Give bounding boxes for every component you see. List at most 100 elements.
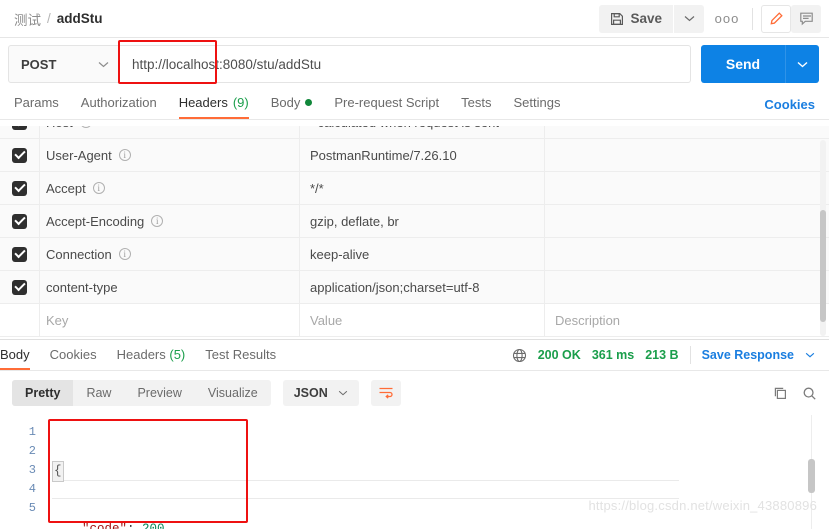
word-wrap-button[interactable] — [370, 380, 401, 406]
checkbox-icon[interactable] — [12, 246, 27, 262]
info-icon[interactable]: i — [118, 248, 131, 260]
table-row[interactable]: User-Agent i PostmanRuntime/7.26.10 — [0, 139, 829, 172]
send-button[interactable]: Send — [701, 45, 785, 83]
new-header-description-cell[interactable]: Description — [545, 304, 829, 336]
table-row[interactable]: content-type application/json;charset=ut… — [0, 271, 829, 304]
line-number-gutter: 1 2 3 4 5 — [0, 423, 36, 518]
save-response-button[interactable]: Save Response — [702, 348, 794, 362]
tab-authorization[interactable]: Authorization — [81, 95, 157, 119]
comments-button[interactable] — [791, 4, 821, 33]
view-raw-button[interactable]: Raw — [73, 380, 124, 406]
request-url-wrapper — [118, 40, 691, 84]
checkbox-icon[interactable] — [12, 126, 27, 130]
new-header-row[interactable]: Key Value Description — [0, 304, 829, 337]
json-code-content[interactable]: { "code": 200, "message": "保存成功", "data"… — [52, 423, 829, 529]
key-column-placeholder: Key — [46, 312, 69, 328]
breadcrumb-collection[interactable]: 测试 — [14, 9, 41, 29]
response-tab-headers[interactable]: Headers (5) — [117, 347, 186, 370]
checkbox-icon[interactable] — [12, 147, 27, 163]
top-breadcrumb-bar: 测试 / addStu Save ooo — [0, 0, 829, 38]
table-row[interactable]: Accept i */* — [0, 172, 829, 205]
view-visualize-button[interactable]: Visualize — [195, 380, 271, 406]
view-preview-label: Preview — [137, 386, 182, 400]
chevron-down-icon[interactable] — [805, 352, 815, 358]
header-description-cell[interactable] — [545, 139, 829, 171]
cookies-link[interactable]: Cookies — [764, 97, 815, 119]
send-options-button[interactable] — [785, 45, 819, 83]
header-key-cell[interactable]: User-Agent i — [40, 139, 300, 171]
header-description-cell[interactable] — [545, 271, 829, 303]
checkbox-icon[interactable] — [12, 279, 27, 295]
tab-headers[interactable]: Headers (9) — [178, 95, 249, 119]
checkbox-icon[interactable] — [12, 213, 27, 229]
table-row[interactable]: Accept-Encoding i gzip, deflate, br — [0, 205, 829, 238]
header-key-cell[interactable]: Connection i — [40, 238, 300, 270]
table-row[interactable]: Host i <calculated when request is sent> — [0, 126, 829, 139]
info-icon[interactable]: i — [92, 182, 105, 194]
line-number: 1 — [28, 425, 36, 439]
header-key-cell[interactable]: Host i — [40, 126, 300, 138]
header-description-cell[interactable] — [545, 126, 829, 138]
checkbox-icon[interactable] — [12, 180, 27, 196]
search-icon[interactable] — [802, 386, 817, 401]
tab-tests[interactable]: Tests — [461, 95, 491, 119]
breadcrumb-request-name[interactable]: addStu — [57, 11, 103, 26]
tab-headers-label: Headers — [178, 95, 228, 110]
view-pretty-button[interactable]: Pretty — [12, 380, 74, 406]
chevron-down-icon — [797, 61, 808, 68]
info-icon[interactable]: i — [151, 215, 164, 227]
table-row[interactable]: Connection i keep-alive — [0, 238, 829, 271]
line-number: 4 — [28, 482, 36, 496]
header-key-cell[interactable]: Accept i — [40, 172, 300, 204]
headers-table-scrollbar-thumb[interactable] — [820, 210, 826, 322]
view-preview-button[interactable]: Preview — [124, 380, 194, 406]
line-number: 2 — [28, 444, 36, 458]
row-checkbox-cell — [0, 172, 40, 204]
response-tab-cookies[interactable]: Cookies — [50, 347, 97, 370]
new-header-key-cell[interactable]: Key — [40, 304, 300, 336]
header-value-cell[interactable]: keep-alive — [300, 238, 545, 270]
row-checkbox-cell — [0, 238, 40, 270]
response-time: 361 ms — [591, 348, 635, 362]
header-value-cell[interactable]: gzip, deflate, br — [300, 205, 545, 237]
copy-icon[interactable] — [773, 386, 788, 401]
header-value-cell[interactable]: <calculated when request is sent> — [300, 126, 545, 138]
editor-scrollbar-thumb[interactable] — [808, 459, 815, 493]
header-description-cell[interactable] — [545, 238, 829, 270]
header-key-cell[interactable]: content-type — [40, 271, 300, 303]
response-tab-body[interactable]: Body — [0, 347, 30, 370]
header-description-cell[interactable] — [545, 172, 829, 204]
headers-table-scrollbar-track[interactable] — [820, 140, 826, 336]
info-icon[interactable]: i — [79, 126, 92, 128]
header-description-cell[interactable] — [545, 205, 829, 237]
new-header-value-cell[interactable]: Value — [300, 304, 545, 336]
response-body-editor[interactable]: 1 2 3 4 5 { "code": 200, "message": "保存成… — [0, 415, 829, 529]
more-actions-button[interactable]: ooo — [710, 4, 744, 33]
tab-body-label: Body — [270, 95, 301, 110]
tab-settings[interactable]: Settings — [513, 95, 560, 119]
edit-request-button[interactable] — [761, 4, 791, 33]
header-key-label: Host — [46, 126, 73, 130]
save-options-button[interactable] — [674, 4, 704, 33]
tab-params[interactable]: Params — [14, 95, 59, 119]
headers-table-scroll-content: Host i <calculated when request is sent>… — [0, 126, 829, 337]
header-value-cell[interactable]: application/json;charset=utf-8 — [300, 271, 545, 303]
info-icon[interactable]: i — [118, 149, 131, 161]
request-url-input[interactable] — [120, 45, 691, 83]
pencil-icon — [769, 11, 784, 26]
request-url-row: POST Send — [0, 38, 829, 90]
save-button[interactable]: Save — [599, 4, 673, 33]
header-value-cell[interactable]: */* — [300, 172, 545, 204]
tab-pre-request-script[interactable]: Pre-request Script — [334, 95, 439, 119]
http-method-selector[interactable]: POST — [8, 45, 120, 83]
tab-body[interactable]: Body — [271, 95, 313, 119]
header-value-cell[interactable]: PostmanRuntime/7.26.10 — [300, 139, 545, 171]
globe-icon[interactable] — [512, 348, 527, 363]
watermark-text: https://blog.csdn.net/weixin_43880896 — [588, 498, 817, 513]
header-key-cell[interactable]: Accept-Encoding i — [40, 205, 300, 237]
json-value-code: 200 — [142, 522, 165, 529]
header-value-label: keep-alive — [310, 246, 370, 262]
response-tab-test-results[interactable]: Test Results — [205, 347, 276, 370]
response-format-selector[interactable]: JSON — [282, 380, 359, 406]
body-present-dot-icon — [305, 99, 313, 106]
